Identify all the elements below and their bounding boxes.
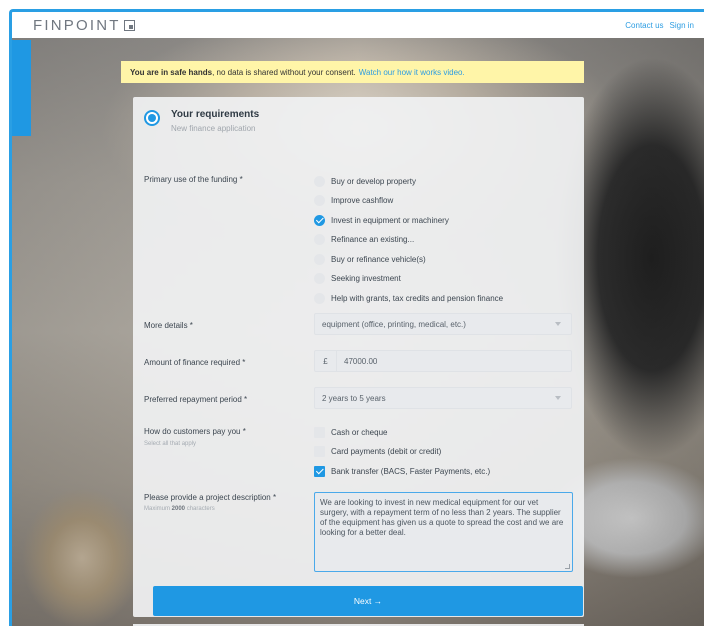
funding-option[interactable]: Improve cashflow — [314, 194, 393, 208]
funding-option-label: Invest in equipment or machinery — [331, 215, 449, 225]
step-active-icon — [144, 110, 160, 126]
project-description-value: We are looking to invest in new medical … — [320, 498, 564, 537]
repayment-period-value: 2 years to 5 years — [322, 393, 386, 403]
payment-option-label: Cash or cheque — [331, 427, 388, 437]
description-label: Please provide a project description * — [144, 493, 277, 502]
more-details-value: equipment (office, printing, medical, et… — [322, 319, 466, 329]
banner-text: , no data is shared without your consent… — [212, 67, 356, 77]
checkbox-checked-icon[interactable] — [314, 465, 325, 477]
description-hint-suffix: characters — [185, 506, 215, 512]
funding-option-label: Buy or develop property — [331, 176, 416, 186]
radio-icon[interactable] — [314, 292, 325, 304]
contact-us-link[interactable]: Contact us — [625, 21, 663, 30]
amount-label: Amount of finance required * — [144, 358, 246, 367]
funding-option[interactable]: Buy or refinance vehicle(s) — [314, 252, 426, 266]
top-header: FINPOINT Contact us Sign in — [12, 12, 704, 38]
header-links: Contact us Sign in — [625, 21, 694, 30]
more-details-label: More details * — [144, 321, 193, 330]
payment-option[interactable]: Card payments (debit or credit) — [314, 445, 441, 459]
finpoint-logo[interactable]: FINPOINT — [33, 17, 135, 34]
radio-icon[interactable] — [314, 253, 325, 265]
funding-option-label: Help with grants, tax credits and pensio… — [331, 293, 504, 303]
banner-bold-text: You are in safe hands — [130, 67, 213, 77]
sign-in-link[interactable]: Sign in — [670, 21, 694, 30]
next-button[interactable]: Next → — [153, 586, 583, 616]
step-subtitle: New finance application — [171, 124, 256, 133]
funding-option-label: Refinance an existing... — [331, 235, 415, 244]
radio-icon[interactable] — [314, 234, 325, 245]
checkbox-icon[interactable] — [314, 446, 325, 457]
logo-text: FINPOINT — [33, 16, 121, 34]
funding-option[interactable]: Refinance an existing... — [314, 233, 414, 247]
side-accent-strip — [12, 40, 31, 136]
logo-mark-icon — [123, 19, 135, 31]
funding-option[interactable]: Help with grants, tax credits and pensio… — [314, 291, 503, 305]
step-title: Your requirements — [171, 109, 260, 120]
amount-value: 47000.00 — [344, 356, 378, 366]
chevron-down-icon — [555, 322, 561, 326]
payments-hint: Select all that apply — [144, 441, 197, 447]
more-details-select[interactable]: equipment (office, printing, medical, et… — [314, 313, 572, 335]
safe-hands-banner: You are in safe hands , no data is share… — [121, 61, 584, 83]
funding-option[interactable]: Buy or develop property — [314, 174, 416, 188]
repayment-period-label: Preferred repayment period * — [144, 395, 248, 404]
next-button-label: Next → — [353, 596, 383, 606]
checkbox-icon[interactable] — [314, 426, 325, 438]
currency-prefix: £ — [315, 351, 337, 371]
amount-input[interactable]: £ 47000.00 — [314, 350, 572, 372]
funding-option-label: Improve cashflow — [331, 196, 394, 205]
repayment-period-select[interactable]: 2 years to 5 years — [314, 387, 572, 409]
requirements-form-card: Your requirements New finance applicatio… — [133, 97, 584, 617]
project-description-textarea[interactable]: We are looking to invest in new medical … — [314, 492, 573, 572]
funding-option[interactable]: Invest in equipment or machinery — [314, 213, 449, 227]
funding-option-label: Seeking investment — [331, 274, 401, 283]
page-frame: FINPOINT Contact us Sign in You are in s… — [9, 9, 704, 626]
radio-icon[interactable] — [314, 273, 325, 284]
payment-option[interactable]: Cash or cheque — [314, 425, 387, 439]
payment-option-label: Card payments (debit or credit) — [331, 447, 442, 456]
payment-option[interactable]: Bank transfer (BACS, Faster Payments, et… — [314, 464, 490, 478]
description-hint: Maximum 2000 characters — [144, 506, 215, 512]
how-it-works-video-link[interactable]: Watch our how it works video. — [359, 68, 465, 77]
funding-option[interactable]: Seeking investment — [314, 272, 401, 286]
funding-label: Primary use of the funding * — [144, 175, 243, 184]
description-hint-number: 2000 — [171, 506, 186, 512]
radio-icon[interactable] — [314, 175, 325, 187]
payment-option-label: Bank transfer (BACS, Faster Payments, et… — [331, 466, 491, 476]
chevron-down-icon — [555, 396, 561, 400]
funding-option-label: Buy or refinance vehicle(s) — [331, 254, 426, 264]
payments-label: How do customers pay you * — [144, 427, 246, 436]
radio-icon[interactable] — [314, 195, 325, 206]
resize-grip-icon[interactable] — [565, 564, 570, 569]
description-hint-prefix: Maximum — [144, 506, 172, 512]
radio-checked-icon[interactable] — [314, 214, 325, 226]
